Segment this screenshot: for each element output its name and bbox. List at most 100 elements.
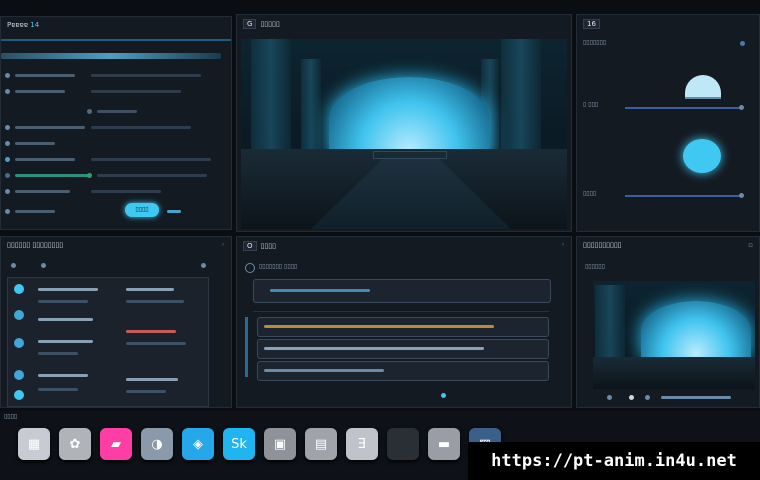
panel-settings-list: Pɐɐɐɐ 14 ▯▯▯▯ <box>0 16 232 230</box>
row-text <box>97 110 137 113</box>
page-indicator[interactable] <box>441 393 446 398</box>
caption <box>661 396 731 399</box>
circle-icon[interactable] <box>245 263 255 273</box>
row-icon <box>5 173 10 178</box>
row-text <box>15 158 75 161</box>
list-item-icon <box>14 284 24 294</box>
row-icon <box>5 189 10 194</box>
nav-icon[interactable] <box>11 263 16 268</box>
folder-icon[interactable]: ▬ <box>428 428 460 460</box>
row-text <box>15 142 55 145</box>
panel-subtitle: ▯▯▯▯▯▯ <box>585 263 605 270</box>
row-text <box>15 90 65 93</box>
control-icon[interactable] <box>645 395 650 400</box>
row-icon <box>5 89 10 94</box>
row-text <box>15 74 75 77</box>
list-item-alert[interactable] <box>126 330 176 333</box>
gray-app-icon[interactable]: ◑ <box>141 428 173 460</box>
list-item[interactable] <box>126 288 174 291</box>
divider <box>253 311 549 312</box>
thumbnail-image[interactable] <box>593 281 755 389</box>
panel-title: O ▯▯▯▯ <box>243 241 276 251</box>
input-field[interactable] <box>257 361 549 381</box>
building-left <box>595 285 625 365</box>
list-item-icon <box>14 370 24 380</box>
input-field[interactable] <box>257 339 549 359</box>
row-value <box>91 190 161 193</box>
dome-image <box>329 77 489 159</box>
primary-button[interactable]: ▯▯▯▯ <box>125 203 159 217</box>
list-item-icon <box>14 338 24 348</box>
cyan-app-icon[interactable]: Sk <box>223 428 255 460</box>
panel-title: ▯▯▯▯▯▯▯▯▯▯ <box>583 241 622 249</box>
list-item <box>38 300 88 303</box>
blue-app-icon[interactable]: ◈ <box>182 428 214 460</box>
slider-track[interactable] <box>625 107 741 109</box>
color-knob[interactable] <box>683 139 721 173</box>
panel-thumbnail: ▯▯▯▯▯▯▯▯▯▯ ▫ ▯▯▯▯▯▯ <box>576 236 760 408</box>
vertical-scroll[interactable] <box>245 317 248 377</box>
row-value <box>91 126 191 129</box>
list-item[interactable] <box>126 378 178 381</box>
list-item[interactable] <box>38 340 93 343</box>
list-item <box>126 300 184 303</box>
pink-app-icon[interactable]: ▰ <box>100 428 132 460</box>
panel-title: G ▯▯▯▯▯ <box>243 19 280 29</box>
input-field[interactable] <box>253 279 551 303</box>
form-header: ▯▯▯▯▯▯▯ ▯▯▯▯ <box>259 263 298 270</box>
list-item-icon <box>14 390 24 400</box>
preview-icon[interactable]: ▣ <box>264 428 296 460</box>
row-label: ▯▯▯▯ <box>583 190 597 197</box>
input-field[interactable] <box>257 317 549 337</box>
expand-icon[interactable]: ▫ <box>748 241 753 249</box>
panel-title: Pɐɐɐɐ 14 <box>7 21 40 29</box>
slider-thumb[interactable] <box>739 105 744 110</box>
list-item <box>38 352 78 355</box>
row-text <box>15 174 90 177</box>
control-icon[interactable] <box>607 395 612 400</box>
toggle-icon[interactable] <box>87 109 92 114</box>
panel-list: ▯▯▯▯▯▯ ▯▯▯▯▯▯▯▯ ◦ <box>0 236 232 408</box>
control-icon[interactable] <box>629 395 634 400</box>
status-icon <box>87 173 92 178</box>
close-icon[interactable]: ◦ <box>221 241 225 249</box>
row-icon <box>5 125 10 130</box>
slider-track[interactable] <box>625 195 741 197</box>
row-label: ▯ ▯▯▯ <box>583 101 599 108</box>
list-card <box>7 277 209 407</box>
finder-icon[interactable]: ▦ <box>18 428 50 460</box>
list-item[interactable] <box>38 288 98 291</box>
field-text <box>264 347 484 350</box>
row-icon <box>5 209 10 214</box>
list-item[interactable] <box>38 374 88 377</box>
row-icon <box>5 157 10 162</box>
nav-icon[interactable] <box>41 263 46 268</box>
row-text <box>15 190 70 193</box>
row-text <box>15 210 55 213</box>
row-icon <box>5 141 10 146</box>
dock-label: ▯▯▯▯ <box>4 413 18 420</box>
panel-controls: 16 ▯▯▯▯▯▯▯ ▯ ▯▯▯ ▯▯▯▯ <box>576 14 760 232</box>
knob-control[interactable] <box>685 75 721 99</box>
nav-icon[interactable] <box>201 263 206 268</box>
info-icon[interactable] <box>740 41 745 46</box>
list-item[interactable] <box>38 318 93 321</box>
panel-title: 16 <box>583 19 604 29</box>
list-item <box>126 390 166 393</box>
row-value <box>91 90 181 93</box>
close-icon[interactable]: ◦ <box>561 241 565 249</box>
field-text <box>264 369 384 372</box>
files-icon[interactable]: ▤ <box>305 428 337 460</box>
field-text <box>270 289 370 292</box>
photos-icon[interactable]: ✿ <box>59 428 91 460</box>
slider-thumb[interactable] <box>739 193 744 198</box>
dark-app-icon[interactable] <box>387 428 419 460</box>
row-label: ▯▯▯▯▯▯▯ <box>583 39 607 46</box>
highlight-row[interactable] <box>1 53 221 59</box>
list-item-icon <box>14 310 24 320</box>
row-value <box>91 74 201 77</box>
panel-form: O ▯▯▯▯ ◦ ▯▯▯▯▯▯▯ ▯▯▯▯ <box>236 236 572 408</box>
list-item <box>126 342 186 345</box>
text-editor-icon[interactable]: Ǝ <box>346 428 378 460</box>
link-text[interactable] <box>167 210 181 213</box>
